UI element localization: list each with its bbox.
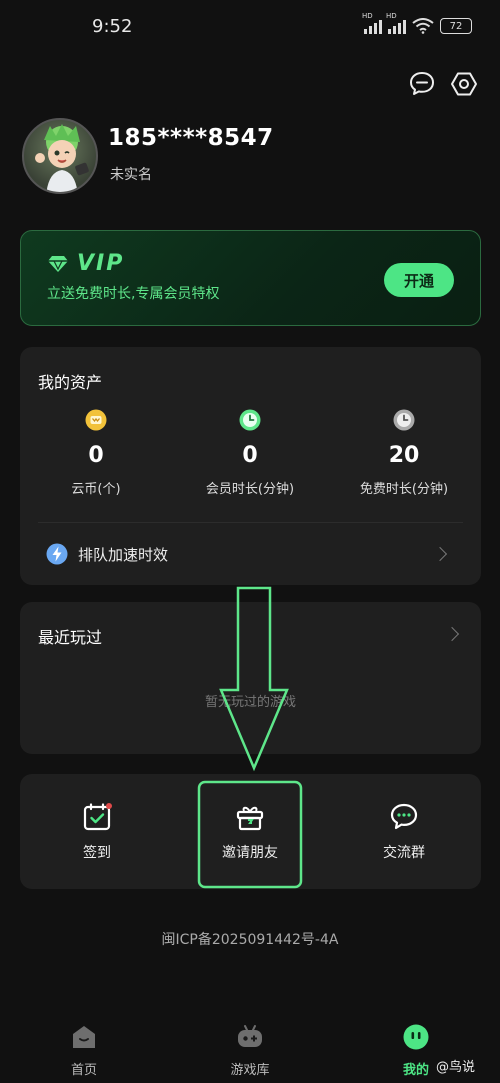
invite-friends-button[interactable]: 邀请朋友	[190, 774, 310, 889]
vip-activate-button[interactable]: 开通	[384, 263, 454, 297]
asset-label: 会员时长(分钟)	[205, 482, 295, 497]
assets-card: 我的资产 0 云币(个) 0 会员时长(分钟) 20 免费时长(分钟) 排队加速…	[20, 347, 481, 585]
home-icon	[73, 1026, 95, 1048]
divider	[38, 522, 463, 523]
coin-icon	[85, 409, 107, 431]
vip-subtitle: 立送免费时长,专属会员特权	[47, 286, 220, 302]
tab-home-label: 首页	[70, 1063, 97, 1078]
realname-status[interactable]: 未实名	[110, 164, 152, 184]
tab-home[interactable]: 首页	[34, 1023, 134, 1078]
queue-speedup-row[interactable]: 排队加速时效	[46, 537, 463, 571]
wifi-icon	[412, 18, 434, 34]
bottom-tab-bar: 首页 游戏库 我的	[0, 1015, 500, 1083]
checkin-button[interactable]: 签到	[37, 774, 157, 889]
asset-member-time[interactable]: 0 会员时长(分钟)	[180, 409, 320, 497]
icp-license-text[interactable]: 闽ICP备2025091442号-4A	[0, 929, 500, 949]
checkin-calendar-icon	[83, 803, 112, 831]
asset-free-time[interactable]: 20 免费时长(分钟)	[334, 409, 474, 497]
asset-label: 免费时长(分钟)	[359, 482, 449, 497]
recent-played-card[interactable]: 最近玩过 暂无玩过的游戏	[20, 602, 481, 754]
recent-empty-text: 暂无玩过的游戏	[204, 695, 296, 710]
gift-icon	[236, 806, 264, 831]
community-group-button[interactable]: 交流群	[344, 774, 464, 889]
quick-actions-card: 签到 邀请朋友 交流群	[20, 774, 481, 889]
invite-friends-label: 邀请朋友	[222, 845, 278, 861]
message-icon[interactable]	[408, 70, 436, 98]
clock-icon	[239, 409, 261, 431]
signal-icon: HD	[386, 12, 406, 34]
settings-gear-icon[interactable]	[450, 70, 478, 98]
chevron-right-icon[interactable]	[444, 626, 460, 642]
profile-face-icon	[403, 1024, 429, 1050]
asset-value: 0	[88, 443, 104, 468]
avatar[interactable]	[22, 118, 98, 194]
asset-label: 云币(个)	[71, 482, 121, 497]
status-time: 9:52	[92, 16, 133, 37]
gamepad-icon	[238, 1025, 262, 1047]
avatar-character-icon	[35, 124, 89, 192]
vip-banner[interactable]: VIP 立送免费时长,专属会员特权 开通	[20, 230, 481, 326]
chevron-right-icon	[432, 546, 448, 562]
asset-value: 20	[388, 443, 420, 468]
signal-icon: HD	[362, 12, 382, 34]
lightning-icon	[46, 543, 68, 565]
assets-title: 我的资产	[38, 373, 103, 392]
diamond-icon	[48, 255, 68, 272]
vip-title: VIP	[47, 251, 124, 276]
vip-label: VIP	[77, 251, 125, 276]
checkin-label: 签到	[83, 845, 111, 861]
community-group-label: 交流群	[383, 845, 425, 861]
tab-game-library-label: 游戏库	[230, 1063, 270, 1078]
asset-value: 0	[242, 443, 258, 468]
status-bar: 9:52 HD HD 72	[0, 0, 500, 56]
status-indicators: HD HD 72	[362, 12, 472, 34]
chat-bubble-icon	[390, 803, 418, 830]
asset-coins[interactable]: 0 云币(个)	[26, 409, 166, 497]
battery-icon: 72	[440, 18, 472, 34]
queue-speedup-label: 排队加速时效	[78, 545, 169, 564]
user-phone-number: 185****8547	[108, 125, 274, 151]
recent-played-title: 最近玩过	[38, 628, 103, 647]
clock-icon	[393, 409, 415, 431]
watermark-text: @鸟说	[436, 1060, 476, 1075]
tab-game-library[interactable]: 游戏库	[200, 1023, 300, 1078]
